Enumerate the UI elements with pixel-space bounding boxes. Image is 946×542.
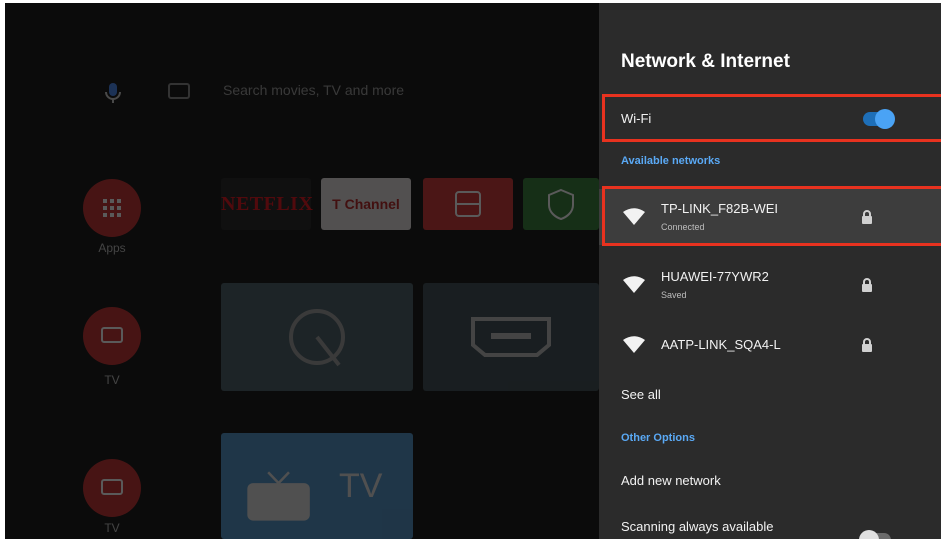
scanning-label: Scanning always available — [621, 519, 774, 534]
app-store-icon — [455, 191, 481, 217]
network-name: HUAWEI-77YWR2 — [661, 269, 769, 284]
network-item[interactable]: AATP-LINK_SQA4-L — [599, 325, 941, 365]
tv-icon[interactable] — [83, 459, 141, 517]
network-settings-panel: Network & Internet Wi-Fi Available netwo… — [599, 3, 941, 539]
connected-network-highlight-box — [602, 186, 941, 246]
keyboard-icon[interactable] — [168, 83, 190, 99]
tv-card-label: TV — [339, 467, 383, 505]
scanning-toggle-knob — [859, 530, 879, 539]
apps-grid-icon[interactable] — [83, 179, 141, 237]
content-card-hdmi[interactable] — [423, 283, 599, 391]
satellite-dish-icon — [289, 309, 345, 367]
available-networks-header: Available networks — [621, 155, 721, 167]
security-tile[interactable] — [523, 178, 599, 230]
search-input[interactable]: Search movies, TV and more — [223, 82, 404, 98]
t-channel-tile[interactable]: T Channel — [321, 178, 411, 230]
network-name: AATP-LINK_SQA4-L — [661, 337, 781, 352]
scanning-always-available-row[interactable]: Scanning always available — [599, 509, 941, 539]
security-shield-icon — [548, 188, 574, 221]
see-all-label: See all — [621, 387, 661, 402]
wifi-highlight-box — [602, 94, 941, 142]
other-options-header: Other Options — [621, 432, 695, 444]
microphone-icon[interactable] — [101, 81, 125, 105]
lock-icon — [862, 338, 872, 352]
see-all-item[interactable]: See all — [599, 377, 941, 413]
side-item-label: Apps — [98, 241, 126, 255]
content-card-tv[interactable]: TV — [221, 433, 413, 539]
launcher-background: Search movies, TV and more Apps TV TV NE… — [5, 3, 599, 539]
lock-icon — [862, 278, 872, 292]
side-item-label: TV — [104, 373, 120, 387]
add-new-network-label: Add new network — [621, 473, 721, 488]
side-item-label: TV — [104, 521, 120, 535]
tv-icon[interactable] — [83, 307, 141, 365]
scanning-toggle[interactable] — [859, 530, 891, 539]
wifi-icon — [623, 336, 645, 353]
tv-screen: Search movies, TV and more Apps TV TV NE… — [5, 3, 941, 539]
tv-app-icon — [247, 471, 310, 521]
content-card-satellite[interactable] — [221, 283, 413, 391]
panel-title: Network & Internet — [621, 51, 790, 72]
wifi-icon — [623, 276, 645, 293]
app-store-tile[interactable] — [423, 178, 513, 230]
hdmi-icon — [471, 317, 551, 357]
netflix-tile[interactable]: NETFLIX — [221, 178, 313, 230]
network-status: Saved — [661, 290, 687, 300]
add-new-network-item[interactable]: Add new network — [599, 463, 941, 499]
network-item[interactable]: HUAWEI-77YWR2 Saved — [599, 257, 941, 313]
launcher-content: Search movies, TV and more Apps TV TV NE… — [5, 3, 599, 539]
